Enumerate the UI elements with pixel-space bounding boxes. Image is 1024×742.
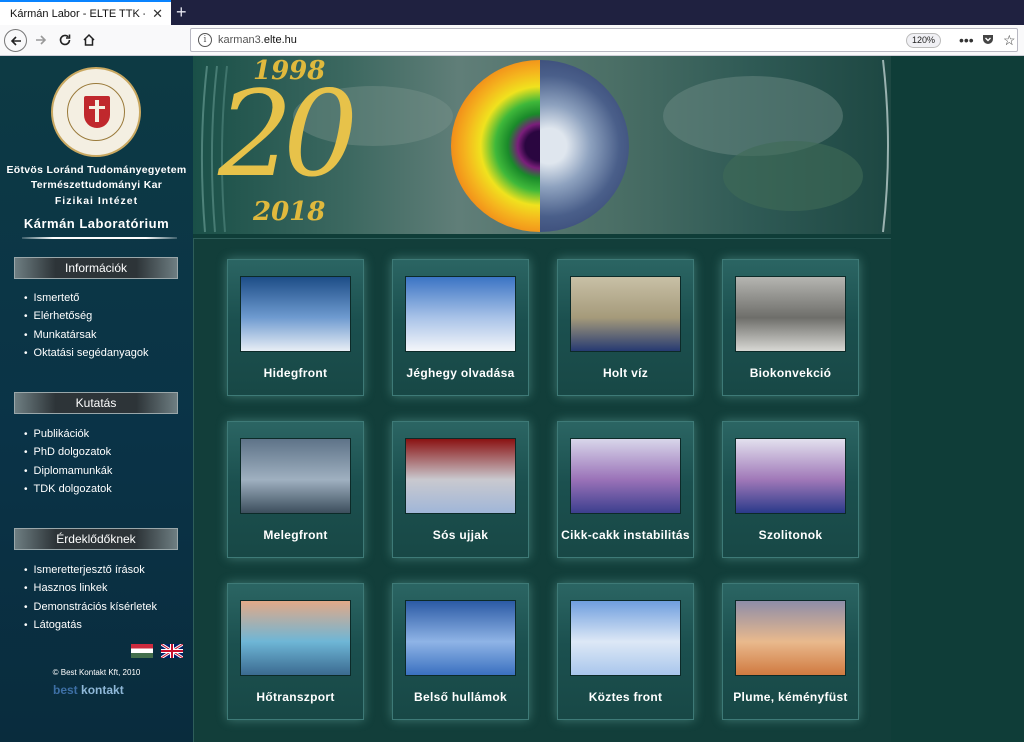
address-bar[interactable]: i karman3.elte.hu 120% ••• ☆ <box>190 28 1018 52</box>
tile-szolitonok[interactable]: Szolitonok <box>722 421 859 558</box>
tile-label: Belső hullámok <box>414 690 507 704</box>
tile-belso-hullamok[interactable]: Belső hullámok <box>392 583 529 720</box>
new-tab-button[interactable]: + <box>176 2 187 23</box>
menu-link[interactable]: Oktatási segédanyagok <box>24 344 149 362</box>
pocket-icon[interactable] <box>981 32 995 49</box>
year-end: 2018 <box>253 197 326 227</box>
menu-kutatas: Publikációk PhD dolgozatok Diplomamunkák… <box>24 425 113 498</box>
thumb-image <box>735 276 846 352</box>
tile-koztes-front[interactable]: Köztes front <box>557 583 694 720</box>
divider <box>22 237 177 239</box>
tab-title: Kármán Labor - ELTE TTK - Fizikai Intéze… <box>10 7 145 20</box>
tile-label: Hőtranszport <box>256 690 335 704</box>
faculty-name: Természettudományi Kar <box>30 179 163 191</box>
close-icon[interactable]: ✕ <box>152 6 163 22</box>
tile-label: Köztes front <box>588 690 663 704</box>
tile-label: Jéghegy olvadása <box>406 366 515 380</box>
thumb-image <box>405 600 516 676</box>
right-margin <box>891 56 1024 742</box>
sidebar: Eötvös Loránd Tudományegyetem Természett… <box>0 56 193 742</box>
thumb-image <box>735 600 846 676</box>
menu-link[interactable]: Publikációk <box>24 425 112 443</box>
tile-label: Sós ujjak <box>432 528 489 542</box>
logo-kontakt: kontakt <box>81 683 124 697</box>
thumb-image <box>240 600 351 676</box>
tile-melegfront[interactable]: Melegfront <box>227 421 364 558</box>
thumb-image <box>405 438 516 514</box>
menu-link[interactable]: Demonstrációs kísérletek <box>24 598 158 616</box>
tile-label: Cikk-cakk instabilitás <box>561 528 690 542</box>
back-icon[interactable] <box>4 29 27 52</box>
hungarian-flag-icon[interactable] <box>131 644 153 658</box>
university-seal <box>51 67 141 157</box>
thumb-image <box>735 438 846 514</box>
url-text: karman3.elte.hu <box>218 34 297 46</box>
thumb-image <box>240 438 351 514</box>
menu-link[interactable]: Hasznos linkek <box>24 579 157 597</box>
lab-name: Kármán Laboratórium <box>23 216 170 231</box>
info-icon[interactable]: i <box>198 33 212 47</box>
menu-link[interactable]: Látogatás <box>24 616 157 634</box>
navigation-bar: i karman3.elte.hu 120% ••• ☆ <box>0 25 1024 56</box>
tile-label: Holt víz <box>602 366 649 380</box>
menu-link[interactable]: TDK dolgozatok <box>24 480 112 498</box>
zoom-level[interactable]: 120% <box>906 33 942 48</box>
tile-cikk-cakk-instabilitas[interactable]: Cikk-cakk instabilitás <box>557 421 694 558</box>
tile-holt-viz[interactable]: Holt víz <box>557 259 694 396</box>
thumb-image <box>570 600 681 676</box>
globe-image <box>451 60 629 232</box>
anniversary-number: 20 <box>218 65 358 203</box>
tile-plume-kemenyfust[interactable]: Plume, kéményfüst <box>722 583 859 720</box>
forward-icon[interactable] <box>30 29 52 51</box>
tile-jeghegy-olvadasa[interactable]: Jéghegy olvadása <box>392 259 529 396</box>
section-header-kutatas: Kutatás <box>14 392 178 414</box>
menu-erdeklodoknek: Ismeretterjesztő írások Hasznos linkek D… <box>24 561 158 634</box>
tile-sos-ujjak[interactable]: Sós ujjak <box>392 421 529 558</box>
home-icon[interactable] <box>78 29 100 51</box>
menu-link[interactable]: Ismertető <box>24 289 148 307</box>
menu-link[interactable]: Ismeretterjesztő írások <box>24 561 157 579</box>
menu-informaciok: Ismertető Elérhetőség Munkatársak Oktatá… <box>24 289 149 362</box>
reload-icon[interactable] <box>54 29 76 51</box>
tile-label: Plume, kéményfüst <box>733 690 848 704</box>
thumb-image <box>405 276 516 352</box>
header-banner: 1998 20 2018 <box>193 56 891 234</box>
tile-label: Melegfront <box>263 528 328 542</box>
menu-link[interactable]: Diplomamunkák <box>24 462 113 480</box>
menu-link[interactable]: Elérhetőség <box>24 307 148 325</box>
tab-bar: Kármán Labor - ELTE TTK - Fizikai Intéze… <box>0 0 1024 25</box>
logo-best: best <box>53 683 78 697</box>
bookmark-star-icon[interactable]: ☆ <box>1003 32 1016 49</box>
best-kontakt-logo[interactable]: best kontakt <box>53 683 124 697</box>
tile-label: Hidegfront <box>263 366 328 380</box>
tab-active[interactable]: Kármán Labor - ELTE TTK - Fizikai Intéze… <box>0 0 171 25</box>
tile-label: Szolitonok <box>758 528 823 542</box>
tile-hotranszport[interactable]: Hőtranszport <box>227 583 364 720</box>
menu-link[interactable]: PhD dolgozatok <box>24 443 112 461</box>
thumb-image <box>240 276 351 352</box>
tile-hidegfront[interactable]: Hidegfront <box>227 259 364 396</box>
menu-link[interactable]: Munkatársak <box>24 326 148 344</box>
more-options-icon[interactable]: ••• <box>959 32 974 48</box>
thumb-image <box>570 438 681 514</box>
thumb-image <box>570 276 681 352</box>
copyright: © Best Kontakt Kft, 2010 <box>52 668 141 677</box>
english-flag-icon[interactable] <box>161 644 183 658</box>
section-header-erdeklodoknek: Érdeklődőknek <box>14 528 178 550</box>
university-name: Eötvös Loránd Tudományegyetem <box>6 164 187 176</box>
experiment-grid: Hidegfront Jéghegy olvadása Holt víz Bio… <box>193 238 891 742</box>
institute-name: Fizikai Intézet <box>54 195 139 207</box>
tile-biokonvekcio[interactable]: Biokonvekció <box>722 259 859 396</box>
section-header-informaciok: Információk <box>14 257 178 279</box>
tile-label: Biokonvekció <box>749 366 832 380</box>
